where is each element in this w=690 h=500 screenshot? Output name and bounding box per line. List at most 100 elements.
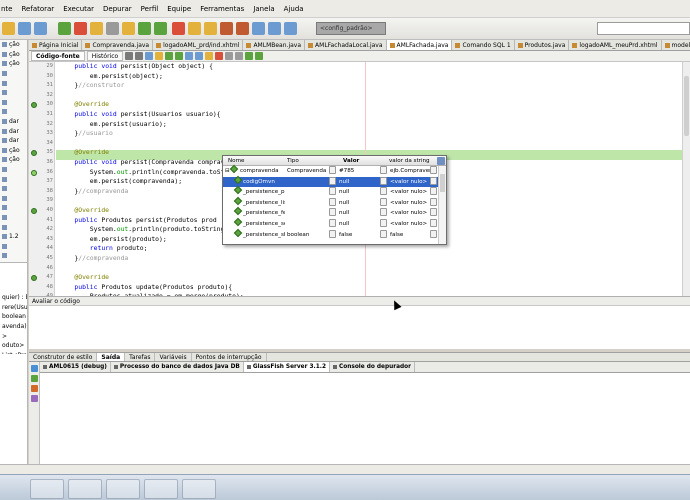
editor-tab[interactable]: logadoAML_prd/ind.xhtml <box>153 40 244 50</box>
toolbar-icon[interactable] <box>122 22 135 35</box>
toolbar-icon[interactable] <box>58 22 71 35</box>
run-icon[interactable] <box>31 375 38 382</box>
watch-row[interactable]: _persistence_sess null <valor nulo> <box>223 217 446 229</box>
editor-tool-icon[interactable] <box>175 52 184 60</box>
taskbar-app-1[interactable] <box>30 479 64 499</box>
project-tree-item[interactable] <box>0 98 27 108</box>
watch-search-icon[interactable] <box>437 157 445 165</box>
menu-item[interactable]: nte <box>1 5 13 13</box>
string-button[interactable] <box>430 176 437 185</box>
project-tree-item[interactable]: dar <box>0 136 27 146</box>
toolbar-icon[interactable] <box>2 22 15 35</box>
col-string[interactable]: valor da string <box>389 156 430 166</box>
project-tree-item[interactable] <box>0 222 27 232</box>
project-tree-item[interactable] <box>0 107 27 117</box>
navigator-item[interactable]: boolean <box>0 312 27 322</box>
toolbar-icon[interactable] <box>90 22 103 35</box>
rerun-icon[interactable] <box>31 365 38 372</box>
navigator-item[interactable]: oduto> <box>0 341 27 351</box>
value-button[interactable] <box>380 229 387 238</box>
watch-row[interactable]: ⊟ compravenda Compravenda #785 ejb.Compraven… <box>223 164 446 176</box>
editor-tab[interactable]: Compravenda.java <box>82 40 154 50</box>
breakpoint-arrow-icon[interactable] <box>31 169 37 176</box>
toolbar-icon[interactable] <box>204 22 217 35</box>
value-button[interactable] <box>380 197 387 206</box>
editor-tab[interactable]: modelo01.xhtml <box>662 40 690 50</box>
project-tree-item[interactable] <box>0 203 27 213</box>
toolbar-icon[interactable] <box>106 22 119 35</box>
bottom-tab[interactable]: Tarefas <box>125 353 156 361</box>
menu-item[interactable]: Refatorar <box>22 5 55 13</box>
variables-tooltip[interactable]: Nome Tipo Valor valor da string ⊟ comprav… <box>222 155 447 245</box>
editor-tool-icon[interactable] <box>215 52 224 60</box>
editor-tool-icon[interactable] <box>235 52 244 60</box>
editor-tab[interactable]: Comando SQL 1 <box>452 40 515 50</box>
editor-tool-icon[interactable] <box>195 52 204 60</box>
project-tree-item[interactable]: ção <box>0 146 27 156</box>
eval-code-area[interactable] <box>29 306 690 349</box>
menu-item[interactable]: Perfil <box>141 5 159 13</box>
editor-tool-icon[interactable] <box>135 52 144 60</box>
editor-tab[interactable]: AMLMBean.java <box>243 40 306 50</box>
type-button[interactable] <box>329 166 336 174</box>
editor-tool-icon[interactable] <box>205 52 214 60</box>
editor-tab[interactable]: AMLFachada.java <box>386 40 453 50</box>
taskbar-app-3[interactable] <box>106 479 140 499</box>
bottom-tab[interactable]: Construtor de estilo <box>29 353 98 361</box>
watch-scroll-thumb[interactable] <box>440 174 445 192</box>
type-button[interactable] <box>329 208 336 217</box>
menu-item[interactable]: Janela <box>253 5 274 13</box>
config-dropdown[interactable]: <config_padrão> <box>316 22 386 35</box>
output-console[interactable] <box>40 373 690 464</box>
string-button[interactable] <box>430 208 437 217</box>
taskbar-app-2[interactable] <box>68 479 102 499</box>
string-button[interactable] <box>430 197 437 206</box>
editor-tool-icon[interactable] <box>155 52 164 60</box>
project-tree-item[interactable] <box>0 165 27 175</box>
navigator-item[interactable]: avenda) <box>0 322 27 332</box>
col-type[interactable]: Tipo <box>287 156 299 166</box>
toolbar-icon[interactable] <box>236 22 249 35</box>
taskbar-app-4[interactable] <box>144 479 178 499</box>
string-button[interactable] <box>430 219 437 227</box>
value-button[interactable] <box>380 208 387 217</box>
editor-tool-icon[interactable] <box>165 52 174 60</box>
editor-tab[interactable]: Produtos.java <box>515 40 570 50</box>
bottom-tab[interactable]: Saída <box>97 353 126 361</box>
bottom-tab[interactable]: Variáveis <box>155 353 192 361</box>
watch-row[interactable]: codigOmvn null <valor nulo> <box>223 175 446 187</box>
string-button[interactable] <box>430 166 437 174</box>
project-tree-item[interactable]: dar <box>0 126 27 136</box>
string-button[interactable] <box>430 229 437 238</box>
watch-row[interactable]: _persistence_prim null <valor nulo> <box>223 185 446 197</box>
project-tree-item[interactable] <box>0 194 27 204</box>
value-button[interactable] <box>380 166 387 174</box>
override-marker-icon[interactable] <box>31 208 37 214</box>
scroll-thumb[interactable] <box>684 76 689 136</box>
editor-tool-icon[interactable] <box>255 52 264 60</box>
watch-scrollbar[interactable] <box>438 166 446 244</box>
type-button[interactable] <box>329 219 336 227</box>
toolbar-icon[interactable] <box>34 22 47 35</box>
toolbar-icon[interactable] <box>138 22 151 35</box>
watch-row[interactable]: _persistence_liste null <valor nulo> <box>223 196 446 208</box>
col-name[interactable]: Nome <box>228 156 245 166</box>
project-tree-item[interactable]: ção <box>0 50 27 60</box>
watch-row[interactable]: _persistence_shouboolean false false <box>223 228 446 240</box>
toolbar-icon[interactable] <box>154 22 167 35</box>
type-button[interactable] <box>329 176 336 185</box>
value-button[interactable] <box>380 219 387 227</box>
toolbar-icon[interactable] <box>74 22 87 35</box>
watch-row[interactable]: _persistence_fetcl null <valor nulo> <box>223 207 446 218</box>
editor-tool-icon[interactable] <box>185 52 194 60</box>
menu-item[interactable]: Executar <box>63 5 94 13</box>
toolbar-icon[interactable] <box>220 22 233 35</box>
project-tree-item[interactable] <box>0 78 27 88</box>
settings-icon[interactable] <box>31 395 38 402</box>
editor-tab[interactable]: logadoAML_meuPrd.xhtml <box>569 40 662 50</box>
project-tree-item[interactable]: ção <box>0 59 27 69</box>
toolbar-icon[interactable] <box>188 22 201 35</box>
output-tab[interactable]: Console do depurador <box>330 362 416 372</box>
value-button[interactable] <box>380 176 387 185</box>
search-input[interactable] <box>597 22 690 35</box>
